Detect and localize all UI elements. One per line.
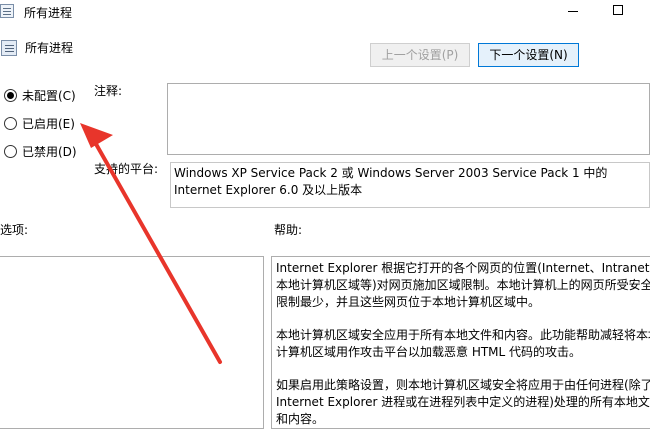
policy-setting-icon xyxy=(0,4,14,18)
help-line: 限制最少，并且这些网页位于本地计算机区域中。 xyxy=(276,295,541,309)
help-line: 本地计算机区域安全应用于所有本地文件和内容。此功能帮助减轻将本地 xyxy=(276,328,650,342)
help-paragraph: 本地计算机区域安全应用于所有本地文件和内容。此功能帮助减轻将本地 计算机区域用作… xyxy=(276,327,650,361)
radio-disabled[interactable]: 已禁用(D) xyxy=(4,142,77,160)
help-line: 计算机区域用作攻击平台以加载恶意 HTML 代码的攻击。 xyxy=(276,345,582,359)
help-line: 和内容。 xyxy=(276,412,325,426)
help-paragraph: Internet Explorer 根据它打开的各个网页的位置(Internet… xyxy=(276,260,650,311)
maximize-button[interactable] xyxy=(613,5,623,15)
policy-setting-icon xyxy=(1,40,17,56)
supported-platform-text: Windows XP Service Pack 2 或 Windows Serv… xyxy=(170,162,650,208)
options-label: 选项: xyxy=(0,223,29,237)
radio-not-configured[interactable]: 未配置(C) xyxy=(4,86,76,104)
comment-textarea[interactable] xyxy=(167,83,650,155)
radio-indicator[interactable] xyxy=(4,88,17,102)
comment-label: 注释: xyxy=(94,84,123,98)
help-line: Internet Explorer 根据它打开的各个网页的位置(Internet… xyxy=(276,261,650,275)
title-bar: 所有进程 xyxy=(0,0,650,24)
radio-indicator[interactable] xyxy=(4,116,17,130)
window-title: 所有进程 xyxy=(24,6,73,20)
radio-label: 已启用(E) xyxy=(22,116,75,131)
next-setting-button[interactable]: 下一个设置(N) xyxy=(478,43,579,67)
help-line: Internet Explorer 进程或在进程列表中定义的进程)处理的所有本地… xyxy=(276,395,650,409)
previous-setting-button[interactable]: 上一个设置(P) xyxy=(370,43,470,67)
minimize-button[interactable] xyxy=(568,11,578,12)
options-panel[interactable] xyxy=(0,256,264,429)
help-paragraph: 如果启用此策略设置，则本地计算机区域安全将应用于由任何进程(除了 Interne… xyxy=(276,377,650,428)
radio-enabled[interactable]: 已启用(E) xyxy=(4,114,75,132)
help-line: 如果启用此策略设置，则本地计算机区域安全将应用于由任何进程(除了 xyxy=(276,378,650,392)
radio-indicator[interactable] xyxy=(4,144,17,158)
supported-platform-label: 支持的平台: xyxy=(94,162,159,176)
radio-label: 未配置(C) xyxy=(22,88,76,103)
help-label: 帮助: xyxy=(274,223,303,237)
help-line: 本地计算机区域等)对网页施加区域限制。本地计算机上的网页所受安全 xyxy=(276,278,650,292)
radio-label: 已禁用(D) xyxy=(22,144,77,159)
annotation-arrow-head xyxy=(80,123,113,148)
policy-title: 所有进程 xyxy=(25,41,74,55)
help-panel[interactable]: Internet Explorer 根据它打开的各个网页的位置(Internet… xyxy=(271,256,650,429)
